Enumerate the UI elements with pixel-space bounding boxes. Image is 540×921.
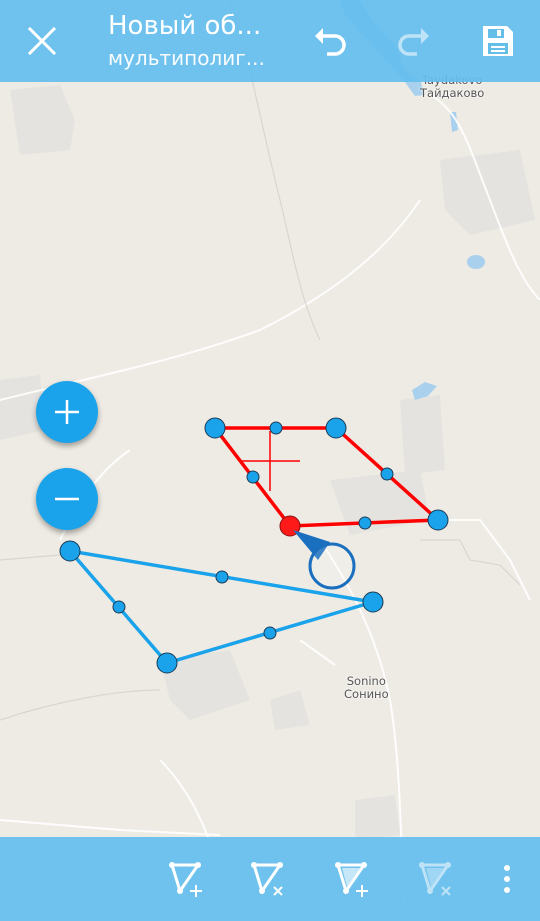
midpoint-handle[interactable] bbox=[358, 516, 372, 530]
midpoint-handle[interactable] bbox=[112, 600, 126, 614]
zoom-out-button[interactable] bbox=[36, 468, 98, 530]
vertex-handle[interactable] bbox=[427, 509, 449, 531]
save-icon bbox=[483, 26, 513, 56]
plus-icon bbox=[55, 400, 79, 424]
add-part-button[interactable] bbox=[324, 837, 384, 921]
minus-icon bbox=[55, 497, 79, 501]
vertex-handle[interactable] bbox=[156, 652, 178, 674]
zoom-in-button[interactable] bbox=[36, 381, 98, 443]
midpoint-handle[interactable] bbox=[246, 470, 260, 484]
vertex-handle[interactable] bbox=[204, 417, 226, 439]
map-view[interactable] bbox=[0, 0, 540, 921]
add-part-icon bbox=[335, 862, 368, 897]
page-subtitle: мультиполиг... bbox=[108, 46, 265, 70]
more-options-button[interactable] bbox=[480, 837, 534, 921]
place-label-sonino: Sonino Сонино bbox=[344, 675, 389, 701]
undo-button[interactable] bbox=[300, 0, 360, 82]
place-label-cyrillic: Тайдаково bbox=[420, 86, 485, 100]
redo-icon bbox=[398, 28, 429, 56]
add-vertex-button[interactable] bbox=[158, 837, 218, 921]
midpoint-handle[interactable] bbox=[269, 421, 283, 435]
edit-toolbar bbox=[0, 837, 540, 921]
title-block: Новый об... мультиполиг... bbox=[108, 8, 298, 72]
page-title: Новый об... bbox=[108, 11, 262, 41]
place-label-cyrillic: Сонино bbox=[344, 687, 389, 701]
redo-button[interactable] bbox=[384, 0, 444, 82]
close-icon bbox=[27, 26, 57, 56]
add-vertex-icon bbox=[169, 862, 202, 897]
midpoint-handle[interactable] bbox=[380, 467, 394, 481]
vertex-handle[interactable] bbox=[325, 417, 347, 439]
vertex-handle[interactable] bbox=[362, 591, 384, 613]
midpoint-handle[interactable] bbox=[263, 626, 277, 640]
delete-part-button[interactable] bbox=[408, 837, 468, 921]
save-button[interactable] bbox=[468, 0, 528, 82]
vertex-handle[interactable] bbox=[59, 540, 81, 562]
more-vert-icon bbox=[504, 865, 510, 893]
close-button[interactable] bbox=[14, 0, 70, 82]
app-bar: Новый об... мультиполиг... bbox=[0, 0, 540, 82]
delete-part-icon bbox=[419, 862, 451, 896]
undo-icon bbox=[315, 28, 346, 56]
midpoint-handle[interactable] bbox=[215, 570, 229, 584]
delete-vertex-icon bbox=[251, 862, 283, 896]
delete-vertex-button[interactable] bbox=[240, 837, 300, 921]
